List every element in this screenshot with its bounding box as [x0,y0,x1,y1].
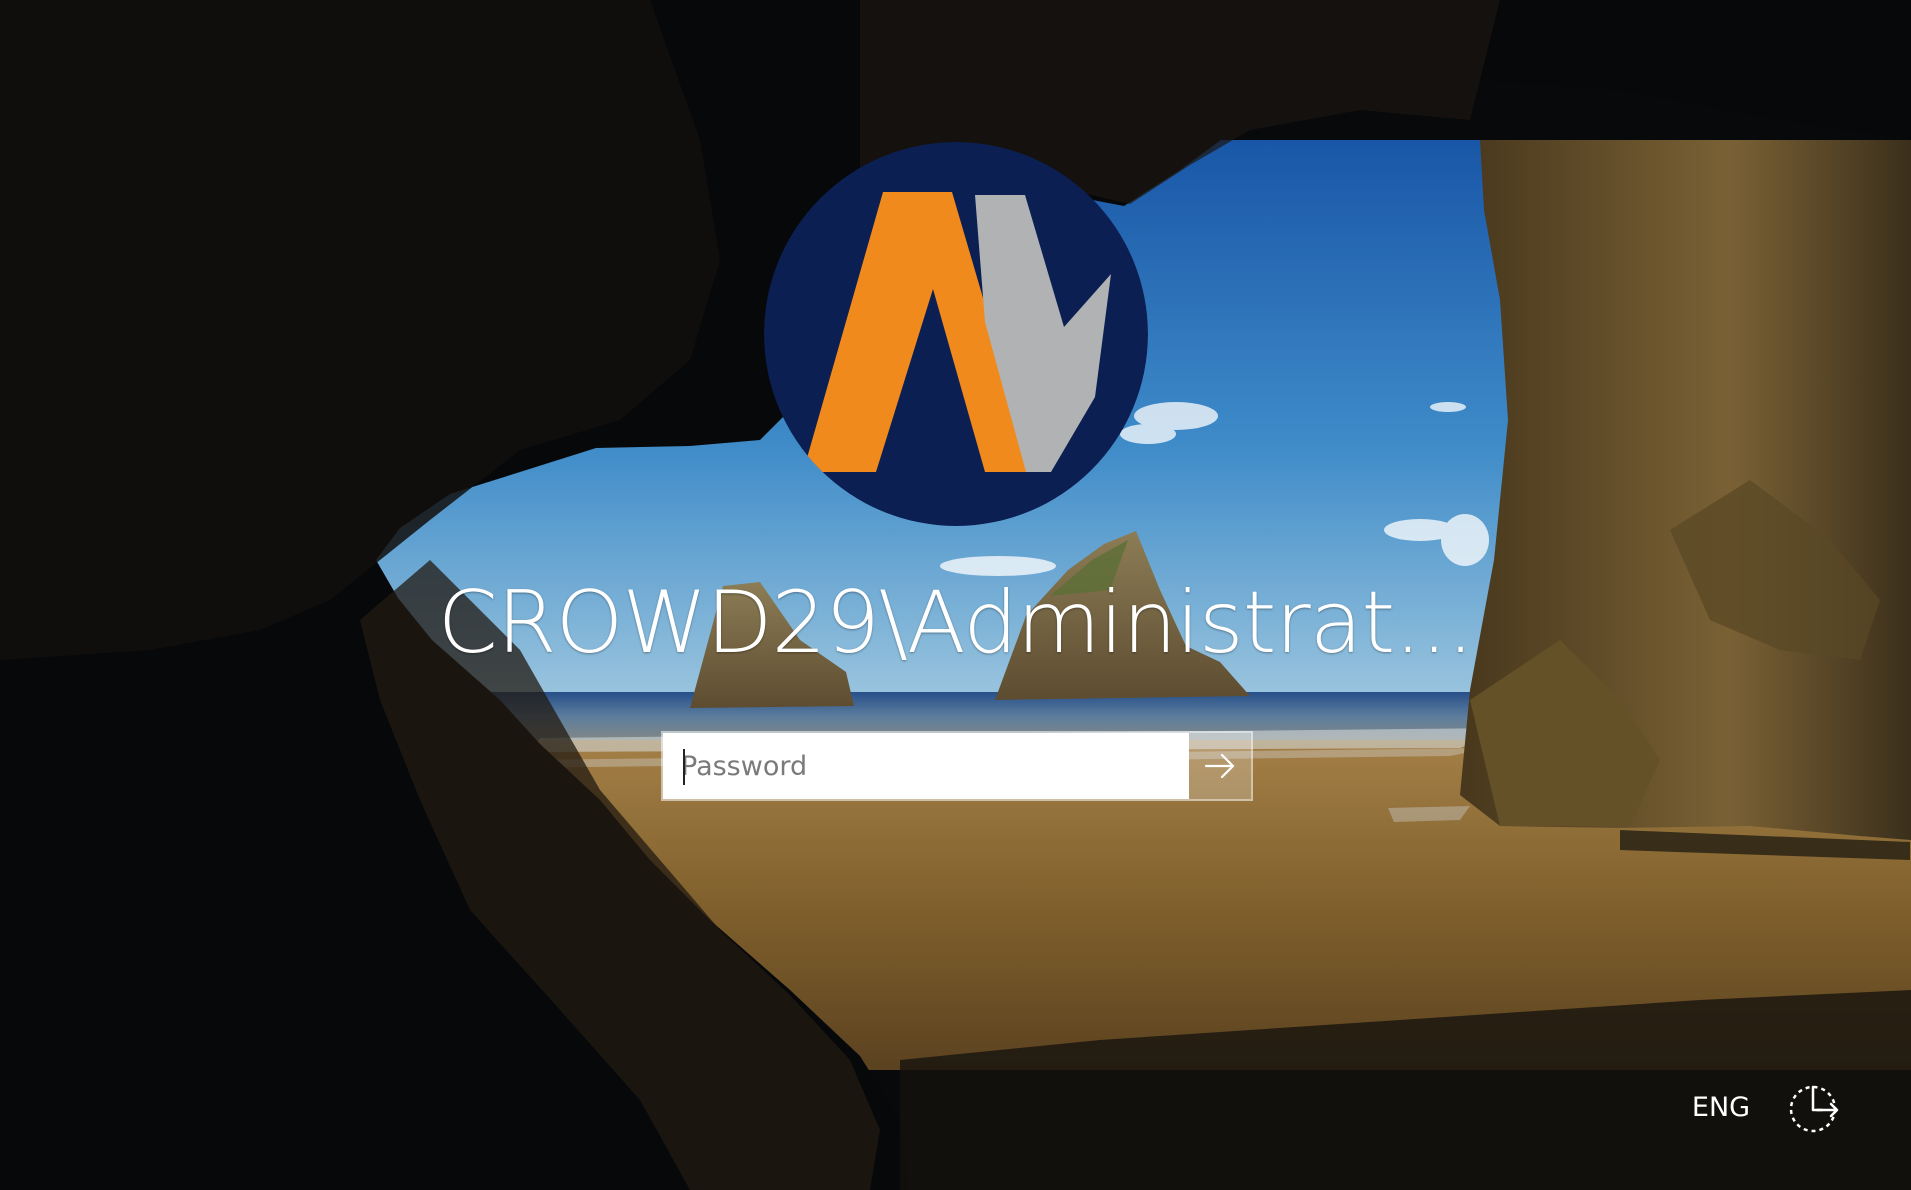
av-logo-icon [764,142,1148,526]
login-form [661,731,1253,801]
submit-button[interactable] [1189,733,1251,799]
language-indicator[interactable]: ENG [1681,1088,1761,1128]
user-avatar [764,142,1148,526]
text-caret [683,749,685,785]
password-field[interactable] [663,733,1189,799]
username: CROWD29\Administrat... [437,573,1474,673]
ease-of-access-icon [1789,1085,1839,1133]
ease-of-access-button[interactable] [1784,1078,1848,1138]
lock-screen: CROWD29\Administrat... ENG [0,0,1911,1190]
arrow-right-icon [1204,753,1235,779]
